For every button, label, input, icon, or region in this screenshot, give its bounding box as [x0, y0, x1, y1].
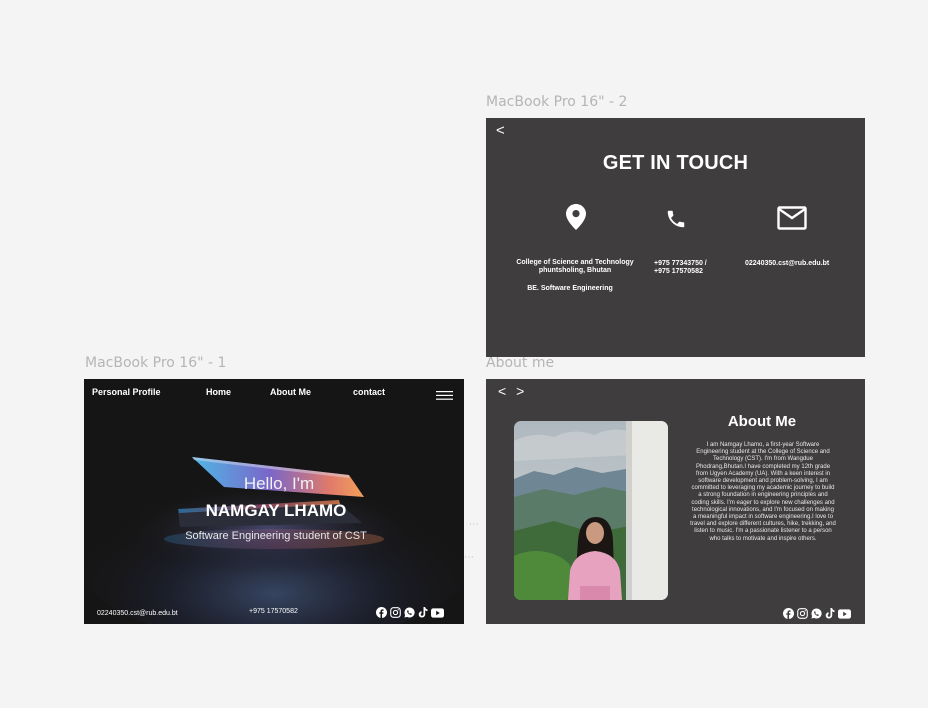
nav-home[interactable]: Home	[206, 387, 231, 397]
frame-label-about[interactable]: About me	[486, 355, 554, 371]
mail-icon	[777, 206, 807, 235]
instagram-icon[interactable]	[390, 607, 401, 618]
phone-line-1[interactable]: +975 77343750 /	[654, 260, 707, 268]
hero-social-links	[376, 607, 444, 618]
profile-photo	[514, 421, 668, 600]
about-frame[interactable]: < > About Me I am Namgay Lhamo, a first-…	[486, 379, 865, 624]
footer-phone[interactable]: +975 17570582	[249, 608, 298, 615]
address-line-2: phuntsholing, Bhutan	[538, 267, 612, 274]
program-text: BE. Software Engineering	[527, 285, 613, 292]
hero-frame[interactable]: Personal Profile Home About Me contact H…	[84, 379, 464, 624]
hero-name: NAMGAY LHAMO	[205, 501, 347, 520]
hero-greeting: Hello, I'm	[243, 474, 315, 493]
frame-label-contact[interactable]: MacBook Pro 16" - 2	[486, 94, 627, 110]
nav-brand[interactable]: Personal Profile	[92, 387, 161, 397]
nav-contact[interactable]: contact	[353, 387, 385, 397]
tiktok-icon[interactable]	[418, 607, 428, 618]
phone-line-2[interactable]: +975 17570582	[654, 268, 703, 276]
footer-email[interactable]: 02240350.cst@rub.edu.bt	[97, 610, 178, 617]
prototype-connector[interactable]: ⋯	[464, 552, 475, 563]
address-line-1: College of Science and Technology	[516, 259, 634, 266]
contact-frame[interactable]: < GET IN TOUCH College of Science and Te…	[486, 118, 865, 357]
contact-email[interactable]: 02240350.cst@rub.edu.bt	[745, 260, 829, 268]
hero-subtitle: Software Engineering student of CST	[185, 530, 367, 542]
youtube-icon[interactable]	[838, 608, 851, 619]
about-nav-arrows[interactable]: < >	[498, 383, 527, 399]
youtube-icon[interactable]	[431, 607, 444, 618]
whatsapp-icon[interactable]	[811, 608, 822, 619]
facebook-icon[interactable]	[376, 607, 387, 618]
location-pin-icon	[566, 204, 586, 235]
back-button[interactable]: <	[496, 122, 505, 139]
contact-title: GET IN TOUCH	[602, 152, 749, 174]
menu-icon[interactable]	[436, 387, 453, 405]
whatsapp-icon[interactable]	[404, 607, 415, 618]
phone-icon	[665, 208, 687, 235]
instagram-icon[interactable]	[797, 608, 808, 619]
about-title: About Me	[727, 413, 797, 430]
nav-about[interactable]: About Me	[270, 387, 311, 397]
frame-label-hero[interactable]: MacBook Pro 16" - 1	[85, 355, 226, 371]
about-paragraph: I am Namgay Lhamo, a first-year Software…	[690, 442, 836, 542]
prototype-connector[interactable]: ⋯	[469, 519, 480, 530]
facebook-icon[interactable]	[783, 608, 794, 619]
tiktok-icon[interactable]	[825, 608, 835, 619]
about-social-links	[783, 608, 851, 619]
